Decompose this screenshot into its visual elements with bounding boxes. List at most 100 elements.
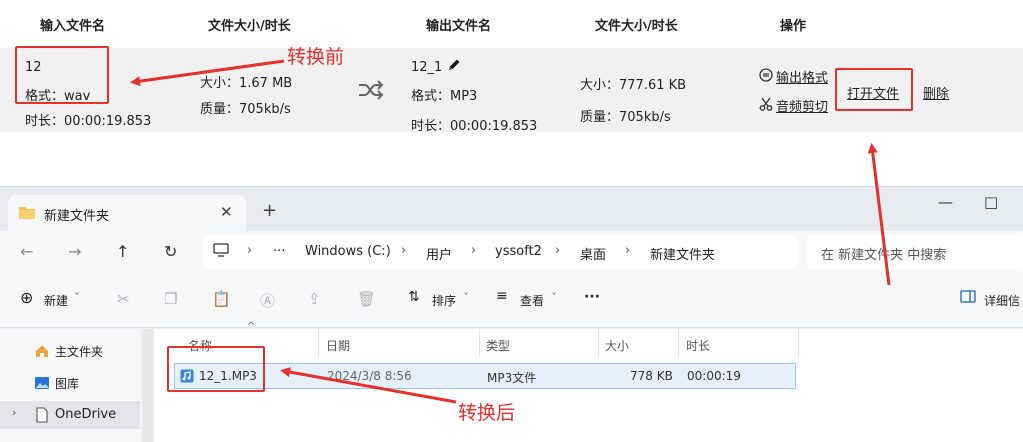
rename-icon[interactable]: Ⓐ <box>260 290 278 310</box>
column-divider[interactable] <box>598 329 599 357</box>
column-divider[interactable] <box>678 329 679 357</box>
new-tab-button[interactable]: + <box>262 200 277 221</box>
column-header-type[interactable]: 类型 <box>486 337 510 354</box>
sort-ascending-icon: ^ <box>247 321 256 332</box>
col-header-size-duration: 文件大小/时长 <box>208 19 291 34</box>
scissors-icon <box>759 97 773 111</box>
shuffle-convert-icon <box>357 80 385 100</box>
column-divider[interactable] <box>479 329 480 357</box>
breadcrumb-chevron-icon: › <box>555 243 561 258</box>
breadcrumb-chevron-icon: › <box>401 243 407 258</box>
copy-icon[interactable]: ❐ <box>164 290 182 308</box>
output-file-name: 12_1 <box>411 60 443 75</box>
breadcrumb-item[interactable]: 用户 <box>426 244 452 263</box>
minimize-icon[interactable]: — <box>938 193 953 211</box>
file-icon <box>34 407 50 423</box>
sort-icon: ⇅ <box>408 289 420 305</box>
search-placeholder: 在 新建文件夹 中搜索 <box>821 248 947 263</box>
sidebar-item-label: OneDrive <box>55 407 117 422</box>
tab-title: 新建文件夹 <box>44 209 110 224</box>
breadcrumb-item[interactable]: Windows (C:) <box>305 244 391 259</box>
explorer-tab-bar: 新建文件夹 ✕ + — □ <box>0 187 1023 231</box>
breadcrumb-more[interactable]: ··· <box>273 244 285 259</box>
details-pane-icon <box>960 290 976 306</box>
file-size: 778 KB <box>630 369 673 383</box>
expand-chevron-icon[interactable]: › <box>12 406 16 419</box>
chevron-down-icon: ˅ <box>551 291 557 305</box>
tab-new-folder[interactable]: 新建文件夹 ✕ <box>8 195 246 231</box>
breadcrumb-chevron-icon: › <box>625 243 631 258</box>
more-options-icon[interactable]: ··· <box>584 289 600 305</box>
sidebar-item-home[interactable]: 主文件夹 <box>0 337 140 365</box>
input-quality: 质量：705kb/s <box>200 102 291 117</box>
address-bar[interactable]: › ··· Windows (C:) › 用户 › yssoft2 › 桌面 ›… <box>203 235 798 269</box>
share-icon[interactable]: ⇪ <box>308 290 326 308</box>
column-divider[interactable] <box>798 329 799 357</box>
new-plus-icon: ⊕ <box>20 288 34 307</box>
explorer-nav-bar: ← → ↑ ↻ › ··· Windows (C:) › 用户 › yssoft… <box>0 231 1023 275</box>
column-divider[interactable] <box>318 329 319 357</box>
sidebar-item-onedrive[interactable]: › OneDrive <box>0 401 140 429</box>
before-conversion-label: 转换前 <box>287 46 345 68</box>
after-conversion-label: 转换后 <box>458 402 516 424</box>
breadcrumb-item[interactable]: yssoft2 <box>495 244 542 259</box>
refresh-icon[interactable]: ↻ <box>164 242 177 261</box>
output-file-highlight-box <box>167 346 265 392</box>
paste-icon[interactable]: 📋 <box>212 290 231 308</box>
col-header-output-name: 输出文件名 <box>426 19 492 34</box>
close-tab-icon[interactable]: ✕ <box>220 203 233 221</box>
column-header-date[interactable]: 日期 <box>326 337 350 354</box>
output-format-icon <box>759 68 773 82</box>
computer-icon <box>213 243 229 261</box>
details-button[interactable]: 详细信 <box>984 292 1020 309</box>
sidebar-item-label: 图库 <box>55 377 80 391</box>
converter-table-header: 输入文件名 文件大小/时长 输出文件名 文件大小/时长 操作 <box>0 0 1023 48</box>
col-header-input-name: 输入文件名 <box>40 19 106 34</box>
new-button[interactable]: 新建 <box>44 292 68 309</box>
breadcrumb-chevron-icon: › <box>471 243 477 258</box>
file-list: ^ 名称 日期 类型 大小 时长 12_1.MP3 2024/3/8 8:56 … <box>154 321 1023 442</box>
breadcrumb-item[interactable]: 新建文件夹 <box>650 244 715 263</box>
file-duration: 00:00:19 <box>687 369 741 383</box>
sort-button[interactable]: 排序 <box>432 292 456 309</box>
audio-cut-button[interactable]: 音频剪切 <box>776 96 828 115</box>
chevron-down-icon: ˅ <box>74 291 80 305</box>
output-format: 格式：MP3 <box>411 89 478 104</box>
output-quality: 质量：705kb/s <box>580 110 671 125</box>
navigation-pane: 主文件夹 图库 › OneDrive <box>0 329 140 442</box>
file-date: 2024/3/8 8:56 <box>327 369 412 383</box>
maximize-icon[interactable]: □ <box>984 193 998 211</box>
output-size: 大小：777.61 KB <box>580 78 687 93</box>
input-file-highlight-box <box>15 46 109 104</box>
rename-pencil-icon[interactable] <box>447 58 461 72</box>
explorer-toolbar: ⊕ 新建 ˅ ✂ ❐ 📋 Ⓐ ⇪ 🗑 ⇅ 排序 ˅ ≡ 查看 ˅ ··· 详细信 <box>0 275 1023 328</box>
delete-icon[interactable]: 🗑 <box>357 290 376 308</box>
column-header-duration[interactable]: 时长 <box>686 337 710 354</box>
breadcrumb-item[interactable]: 桌面 <box>580 244 606 263</box>
delete-button[interactable]: 删除 <box>923 83 949 102</box>
open-file-highlight-box <box>835 68 913 111</box>
col-header-output-size-duration: 文件大小/时长 <box>595 19 678 34</box>
file-row[interactable]: 12_1.MP3 2024/3/8 8:56 MP3文件 778 KB 00:0… <box>174 363 796 389</box>
input-duration: 时长：00:00:19.853 <box>25 114 152 129</box>
view-button[interactable]: 查看 <box>520 292 544 309</box>
column-header-size[interactable]: 大小 <box>605 337 629 354</box>
sidebar-scrollbar[interactable] <box>143 329 153 442</box>
folder-icon <box>18 205 36 220</box>
search-box[interactable]: 在 新建文件夹 中搜索 <box>807 235 1023 269</box>
input-size: 大小：1.67 MB <box>200 76 293 91</box>
cut-icon[interactable]: ✂ <box>117 290 135 308</box>
back-arrow-icon[interactable]: ← <box>20 242 33 261</box>
home-icon <box>34 343 50 359</box>
sidebar-item-label: 主文件夹 <box>55 345 104 359</box>
up-arrow-icon[interactable]: ↑ <box>116 242 129 261</box>
file-type: MP3文件 <box>487 371 537 385</box>
breadcrumb-chevron-icon: › <box>247 243 253 258</box>
col-header-actions: 操作 <box>780 19 807 34</box>
forward-arrow-icon[interactable]: → <box>68 242 81 261</box>
chevron-down-icon: ˅ <box>463 291 469 305</box>
view-icon: ≡ <box>496 288 508 304</box>
output-format-button[interactable]: 输出格式 <box>776 67 828 86</box>
gallery-icon <box>34 375 50 391</box>
sidebar-item-gallery[interactable]: 图库 <box>0 369 140 397</box>
